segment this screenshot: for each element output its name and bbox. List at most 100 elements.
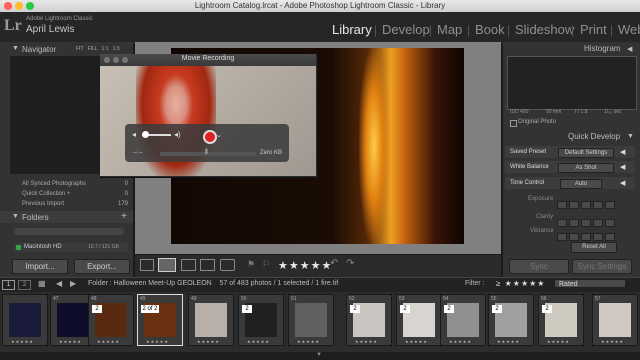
catalog-row[interactable]: All Synced Photographs 0 xyxy=(22,181,130,187)
thumbnail-image xyxy=(9,303,41,337)
filter-preset-select[interactable]: Rated xyxy=(554,279,626,288)
thumbnail-image xyxy=(195,303,227,337)
stack-badge[interactable]: 2 of 2 xyxy=(141,305,159,313)
volume-slider-knob[interactable] xyxy=(142,131,149,138)
record-button[interactable] xyxy=(203,130,217,144)
sync-settings-button[interactable]: Sync Settings xyxy=(572,259,632,274)
histogram-collapse-icon[interactable]: ◀ xyxy=(627,45,632,53)
stack-badge[interactable]: 2 xyxy=(350,305,360,313)
stack-badge[interactable]: 2 xyxy=(542,305,552,313)
import-button[interactable]: Import... xyxy=(12,259,68,274)
saved-preset-arrow-icon[interactable]: ◀ xyxy=(620,148,625,156)
clarity-buttons[interactable] xyxy=(557,214,617,227)
catalog-row[interactable]: Previous Import 179 xyxy=(22,201,130,207)
window-1-button[interactable]: 1 xyxy=(2,280,15,290)
module-library[interactable]: Library xyxy=(332,22,372,37)
stack-badge[interactable]: 2 xyxy=(242,305,252,313)
exposure-buttons[interactable] xyxy=(557,196,617,209)
sync-button[interactable]: Sync xyxy=(509,259,569,274)
filter-rating-stars[interactable]: ≥ ★★★★★ xyxy=(496,279,545,288)
quick-develop-title: Quick Develop xyxy=(568,132,621,141)
filmstrip-thumbnail[interactable]: 49 2 of 2 ★★★★★ xyxy=(137,294,183,346)
reset-all-button[interactable]: Reset All xyxy=(571,242,617,253)
recording-progress xyxy=(160,152,256,156)
add-folder-button[interactable]: + xyxy=(121,211,127,222)
stack-badge[interactable]: 2 xyxy=(92,305,102,313)
stack-badge[interactable]: 2 xyxy=(492,305,502,313)
grid-view-icon[interactable] xyxy=(140,259,154,271)
module-map[interactable]: Map xyxy=(437,22,462,37)
people-view-icon[interactable] xyxy=(220,259,235,271)
stack-badge[interactable]: 2 xyxy=(400,305,410,313)
white-balance-label: White Balance xyxy=(510,164,549,170)
module-book[interactable]: Book xyxy=(475,22,505,37)
module-develop[interactable]: Develop xyxy=(382,22,430,37)
filmstrip-thumbnail[interactable]: 51 ★★★★★ xyxy=(288,294,334,346)
window-2-button[interactable]: 2 xyxy=(18,280,31,290)
module-web[interactable]: Web xyxy=(618,22,640,37)
tone-control-arrow-icon[interactable]: ◀ xyxy=(620,179,625,187)
histogram-aperture: f / 1.8 xyxy=(575,109,588,115)
compare-view-icon[interactable] xyxy=(181,259,196,271)
catalog-row[interactable]: Quick Collection + 0 xyxy=(22,191,130,197)
thumbnail-rating-stars: ★★★★★ xyxy=(247,339,270,344)
white-balance-select[interactable]: As Shot xyxy=(558,163,614,173)
thumbnail-image xyxy=(57,303,89,337)
drive-row[interactable]: Macintosh HD 10.7 / 121 GB xyxy=(14,243,128,252)
rating-stars[interactable]: ★★★★★ xyxy=(278,259,332,272)
filmstrip-thumbnail[interactable]: 50 2 ★★★★★ xyxy=(238,294,284,346)
histogram xyxy=(507,56,637,110)
user-name: April Lewis xyxy=(26,24,75,35)
thumbnail-rating-stars: ★★★★★ xyxy=(547,339,570,344)
folders-collapse-icon[interactable]: ▼ xyxy=(12,213,19,220)
thumbnail-index: 47 xyxy=(53,296,59,302)
navigator-collapse-icon[interactable]: ▼ xyxy=(12,45,19,52)
filmstrip-thumbnail[interactable]: 56 2 ★★★★★ xyxy=(538,294,584,346)
chevron-down-icon[interactable]: ▼ xyxy=(316,352,322,358)
filmstrip-source-info[interactable]: Folder : Halloween Meet-Up GEOLEON 57 of… xyxy=(88,280,338,287)
white-balance-arrow-icon[interactable]: ◀ xyxy=(620,163,625,171)
filmstrip-thumbnail[interactable]: 53 2 ★★★★★ xyxy=(396,294,442,346)
filmstrip-thumbnail[interactable]: 55 2 ★★★★★ xyxy=(488,294,534,346)
export-button[interactable]: Export... xyxy=(74,259,130,274)
folders-header[interactable] xyxy=(0,211,133,223)
chevron-down-icon[interactable]: ⌄ xyxy=(216,131,222,139)
filmstrip-thumbnail[interactable]: 54 2 ★★★★★ xyxy=(440,294,486,346)
rotate-right-icon[interactable]: ↷ xyxy=(346,258,354,269)
grid-icon[interactable]: ▦ xyxy=(38,279,46,288)
folders-title: Folders xyxy=(22,213,49,222)
filmstrip-thumbnail[interactable]: 52 2 ★★★★★ xyxy=(346,294,392,346)
folder-search-input[interactable] xyxy=(14,228,124,235)
saved-preset-select[interactable]: Default Settings xyxy=(558,148,614,158)
thumbnail-rating-stars: ★★★★★ xyxy=(405,339,428,344)
pause-icon[interactable]: ‖ xyxy=(205,149,208,156)
quick-develop-collapse-icon[interactable]: ▼ xyxy=(627,133,634,140)
back-arrow-icon[interactable]: ◀ xyxy=(56,279,62,288)
filmstrip-thumbnail[interactable]: 49 ★★★★★ xyxy=(188,294,234,346)
rotate-left-icon[interactable]: ↶ xyxy=(330,258,338,269)
stack-badge[interactable]: 2 xyxy=(444,305,454,313)
module-separator: | xyxy=(374,23,378,37)
module-separator: | xyxy=(571,23,575,37)
thumbnail-rating-stars: ★★★★★ xyxy=(197,339,220,344)
thumbnail-index: 54 xyxy=(443,296,449,302)
vibrance-buttons[interactable] xyxy=(557,228,617,241)
flag-icon[interactable]: ⚑ xyxy=(247,259,255,270)
tone-control-label: Tone Control xyxy=(510,180,545,186)
reject-flag-icon[interactable]: ⚐ xyxy=(262,259,270,270)
thumbnail-rating-stars: ★★★★★ xyxy=(449,339,472,344)
filmstrip-thumbnail[interactable]: 57 ★★★★★ xyxy=(592,294,638,346)
original-photo-checkbox[interactable] xyxy=(510,120,517,127)
thumbnail-rating-stars: ★★★★★ xyxy=(11,339,34,344)
survey-view-icon[interactable] xyxy=(200,259,215,271)
module-print[interactable]: Print xyxy=(580,22,607,37)
vibrance-label: Vibrance xyxy=(530,228,554,234)
tone-control-auto-button[interactable]: Auto xyxy=(560,179,602,189)
filmstrip-thumbnail[interactable]: ★★★★★ xyxy=(2,294,48,346)
module-slideshow[interactable]: Slideshow xyxy=(515,22,574,37)
navigator-zoom-options[interactable]: FIT FILL 1:1 1:3 xyxy=(76,46,120,52)
loupe-view-icon[interactable] xyxy=(158,258,176,272)
forward-arrow-icon[interactable]: ▶ xyxy=(70,279,76,288)
filmstrip-thumbnail[interactable]: 48 2 ★★★★★ xyxy=(88,294,134,346)
thumbnail-index: 52 xyxy=(349,296,355,302)
